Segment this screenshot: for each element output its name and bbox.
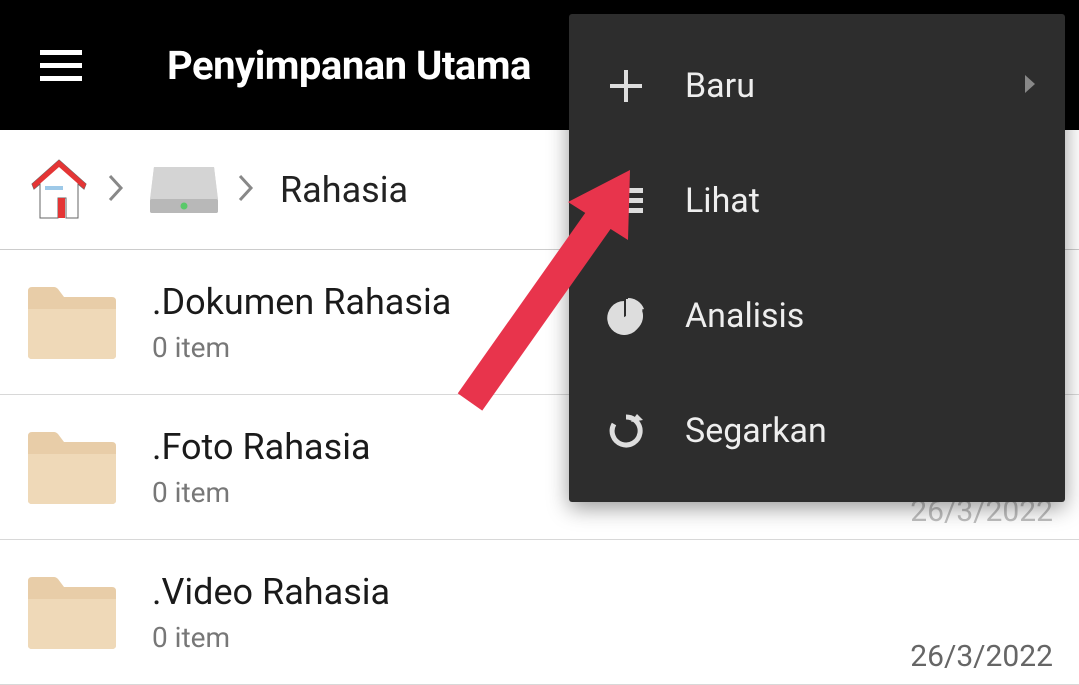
file-date: 26/3/2022	[910, 639, 1053, 674]
list-icon	[605, 180, 647, 222]
menu-label: Baru	[685, 66, 1023, 106]
menu-label: Analisis	[685, 296, 1037, 336]
menu-item-refresh[interactable]: Segarkan	[569, 373, 1065, 488]
list-item[interactable]: .Video Rahasia 0 item 26/3/2022	[0, 540, 1079, 685]
menu-hamburger-button[interactable]	[40, 50, 82, 81]
menu-label: Lihat	[685, 181, 1037, 221]
plus-icon	[605, 65, 647, 107]
menu-item-view[interactable]: Lihat	[569, 143, 1065, 258]
chevron-right-icon	[108, 169, 124, 211]
drive-icon[interactable]	[148, 165, 220, 215]
chevron-right-icon	[238, 169, 254, 211]
file-meta: 0 item	[152, 621, 910, 654]
file-name: .Video Rahasia	[152, 571, 910, 613]
pie-chart-icon	[605, 295, 647, 337]
refresh-icon	[605, 410, 647, 452]
context-menu: Baru Lihat Analisis	[569, 14, 1065, 502]
page-title: Penyimpanan Utama	[167, 42, 531, 89]
folder-icon	[26, 428, 118, 506]
chevron-right-icon	[1023, 73, 1037, 99]
menu-item-analyze[interactable]: Analisis	[569, 258, 1065, 373]
folder-icon	[26, 573, 118, 651]
breadcrumb-current[interactable]: Rahasia	[280, 169, 408, 211]
menu-label: Segarkan	[685, 411, 1037, 451]
home-icon[interactable]	[28, 156, 90, 224]
file-info: .Video Rahasia 0 item	[152, 571, 910, 654]
menu-item-new[interactable]: Baru	[569, 28, 1065, 143]
folder-icon	[26, 283, 118, 361]
